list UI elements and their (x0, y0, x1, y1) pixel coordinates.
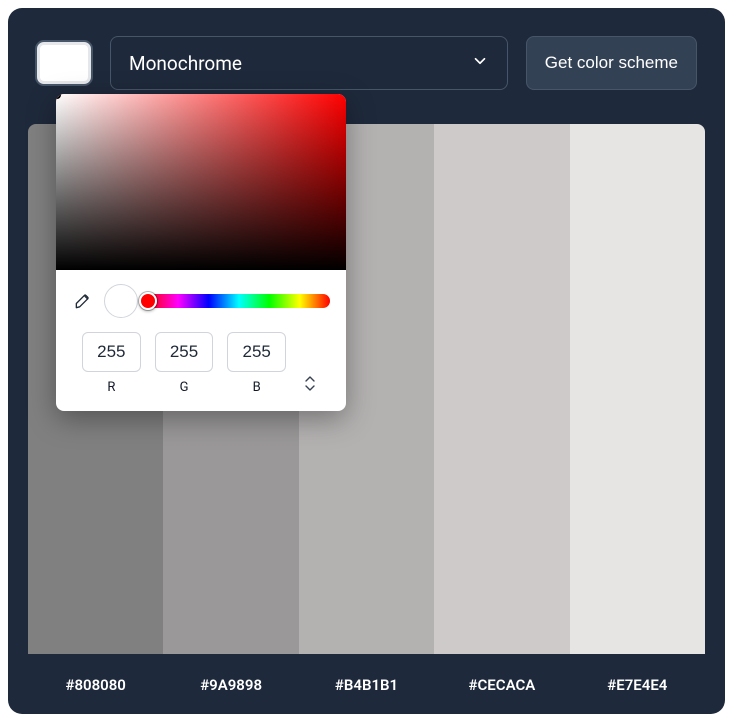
hue-slider[interactable] (148, 294, 330, 308)
palette-labels: #808080 #9A9898 #B4B1B1 #CECACA #E7E4E4 (28, 676, 705, 694)
current-color-swatch (104, 284, 138, 318)
color-picker-popover: R G B (56, 94, 346, 411)
picker-controls-row (56, 270, 346, 324)
rgb-inputs: R G B (56, 324, 346, 395)
palette-label-2: #B4B1B1 (299, 676, 434, 694)
get-scheme-button-label: Get color scheme (545, 53, 678, 72)
chevron-down-icon (471, 52, 489, 75)
r-input[interactable] (82, 332, 141, 372)
palette-label-0: #808080 (28, 676, 163, 694)
eyedropper-icon[interactable] (72, 290, 94, 312)
b-label: B (253, 380, 261, 395)
g-input[interactable] (155, 332, 214, 372)
g-label: G (180, 380, 189, 395)
r-label: R (107, 380, 115, 395)
sv-cursor[interactable] (56, 94, 61, 99)
b-input[interactable] (227, 332, 286, 372)
palette-label-1: #9A9898 (163, 676, 298, 694)
palette-label-3: #CECACA (434, 676, 569, 694)
get-scheme-button[interactable]: Get color scheme (526, 36, 697, 90)
palette-strip-3[interactable] (434, 124, 569, 654)
saturation-value-area[interactable] (56, 94, 346, 270)
color-scheme-panel: Monochrome Get color scheme #808080 #9A9… (8, 8, 725, 714)
scheme-select-label: Monochrome (129, 52, 242, 75)
color-mode-toggle-icon[interactable] (300, 332, 320, 391)
scheme-select[interactable]: Monochrome (110, 36, 508, 90)
palette-label-4: #E7E4E4 (570, 676, 705, 694)
hue-thumb[interactable] (139, 292, 157, 310)
palette-strip-4[interactable] (570, 124, 705, 654)
base-color-swatch[interactable] (36, 41, 92, 85)
topbar: Monochrome Get color scheme (36, 36, 697, 90)
